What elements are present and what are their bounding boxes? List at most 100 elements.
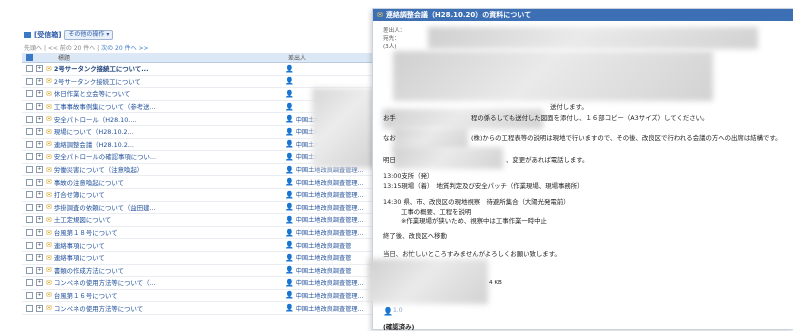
row-subject[interactable]: 台風第１８号について — [54, 228, 264, 237]
row-checkbox[interactable] — [26, 241, 33, 249]
row-subject[interactable]: 台風第１６号について — [54, 291, 264, 300]
table-row[interactable]: + ✉ コンペネの使用方法等について 👤 中国土地改良調査管理... — [22, 302, 372, 315]
expand-icon[interactable]: + — [36, 241, 43, 249]
meta-count[interactable]: (3人) — [383, 43, 405, 51]
table-row[interactable]: + ✉ 打合せ簿について 👤 中国土地改良調査管理... — [22, 189, 372, 202]
table-row[interactable]: + ✉ 台風第１６号について 👤 中国土地改良調査管理... — [22, 290, 372, 303]
row-subject[interactable]: 労働災害について（注意喚起） — [54, 165, 264, 174]
table-row[interactable]: + ✉ 連絡事項について 👤 中国土地改良調査管 — [22, 239, 372, 252]
row-checkbox[interactable] — [26, 115, 33, 123]
mail-icon: ✉ — [46, 127, 52, 136]
table-row[interactable]: + ✉ 土工定規図について 👤 中国土地改良調査管理... — [22, 214, 372, 227]
row-subject[interactable]: 2号サータンク接続工について — [54, 77, 264, 86]
pager-prev-link[interactable]: | << 前の 20 件へ | — [44, 45, 99, 52]
row-subject[interactable]: 土工定規図について — [54, 215, 264, 224]
table-row[interactable]: + ✉ 書類の作成方法について 👤 中国土地改良調査管 — [22, 265, 372, 278]
row-subject[interactable]: 連絡事項について — [54, 253, 264, 262]
expand-icon[interactable]: + — [36, 90, 43, 98]
row-subject[interactable]: 休日作業と立会等について — [54, 89, 264, 98]
row-checkbox[interactable] — [26, 291, 33, 299]
row-sender-name[interactable]: 中国土地改良調査管 — [296, 266, 352, 275]
expand-icon[interactable]: + — [36, 77, 43, 85]
row-checkbox[interactable] — [26, 254, 33, 262]
row-subject[interactable]: コンペネの使用方法等について — [54, 304, 264, 313]
expand-icon[interactable]: + — [36, 166, 43, 174]
row-sender-name[interactable]: 中国土地改良調査管理... — [296, 190, 364, 199]
pager-first-link[interactable]: 先頭へ — [24, 45, 42, 52]
expand-icon[interactable]: + — [36, 216, 43, 224]
row-checkbox[interactable] — [26, 216, 33, 224]
row-checkbox[interactable] — [26, 304, 33, 312]
row-sender: 👤中国土地改良調査管理... — [285, 203, 364, 212]
expand-icon[interactable]: + — [36, 103, 43, 111]
expand-icon[interactable]: + — [36, 65, 43, 73]
expand-icon[interactable]: + — [36, 140, 43, 148]
row-checkbox[interactable] — [26, 178, 33, 186]
row-sender-name[interactable]: 中国土地改良調査管理... — [296, 178, 364, 187]
row-checkbox[interactable] — [26, 266, 33, 274]
row-checkbox[interactable] — [26, 203, 33, 211]
pager-next-link[interactable]: 次の 20 件へ >> — [101, 45, 148, 52]
row-subject[interactable]: 安全パトロール（H28.10.... — [54, 115, 264, 124]
row-checkbox[interactable] — [26, 153, 33, 161]
row-checkbox[interactable] — [26, 103, 33, 111]
other-operations-button[interactable]: その他の操作 ▾ — [64, 30, 114, 40]
row-sender-name[interactable]: 中国土地改良調査管 — [296, 253, 352, 262]
row-subject[interactable]: 事故の注意喚起について — [54, 178, 264, 187]
expand-icon[interactable]: + — [36, 279, 43, 287]
expand-icon[interactable]: + — [36, 304, 43, 312]
expand-icon[interactable]: + — [36, 115, 43, 123]
row-sender-name[interactable]: 中国土地改良調査管理... — [296, 215, 364, 224]
expand-icon[interactable]: + — [36, 128, 43, 136]
expand-icon[interactable]: + — [36, 291, 43, 299]
table-row[interactable]: + ✉ 2号サータンク接続工について... 👤 — [22, 63, 372, 76]
row-subject[interactable]: 安全パトロールの確認事項につい... — [54, 152, 264, 161]
expand-icon[interactable]: + — [36, 203, 43, 211]
row-subject[interactable]: 現場について（H28.10.2... — [54, 127, 264, 136]
expand-icon[interactable]: + — [36, 229, 43, 237]
row-checkbox[interactable] — [26, 279, 33, 287]
expand-icon[interactable]: + — [36, 153, 43, 161]
row-subject[interactable]: コンペネの使用方法等について（... — [54, 278, 264, 287]
table-row[interactable]: + ✉ 連絡事項について 👤 中国土地改良調査管 — [22, 252, 372, 265]
row-checkbox[interactable] — [26, 77, 33, 85]
expand-icon[interactable]: + — [36, 254, 43, 262]
row-sender-name[interactable]: 中国土地改良調査管理... — [296, 278, 364, 287]
row-subject[interactable]: 連絡調整会議（H28.10.2... — [54, 140, 264, 149]
row-subject[interactable]: 2号サータンク接続工について... — [54, 64, 264, 73]
column-subject[interactable]: 標題 — [58, 53, 70, 62]
expand-icon[interactable]: + — [36, 266, 43, 274]
row-checkbox[interactable] — [26, 229, 33, 237]
table-row[interactable]: + ✉ コンペネの使用方法等について（... 👤 中国土地改良調査管理... — [22, 277, 372, 290]
table-row[interactable]: + ✉ 事故の注意喚起について 👤 中国土地改良調査管理... — [22, 176, 372, 189]
select-all-checkbox[interactable] — [26, 54, 33, 61]
table-row[interactable]: + ✉ 台風第１８号について 👤 中国土地改良調査管理... — [22, 227, 372, 240]
user-icon: 👤 — [383, 307, 393, 316]
row-subject[interactable]: 工事事故事例集について（参考送... — [54, 102, 264, 111]
row-subject[interactable]: 歩掛調査の依頼について（益田建... — [54, 203, 264, 212]
attachment-label[interactable]: 1.0 — [393, 307, 403, 314]
row-checkbox[interactable] — [26, 90, 33, 98]
body-line-3b: (株)からの工程表等の説明は現地で行いますので、その後、改良区で行われる会議の方… — [471, 134, 782, 142]
expand-icon[interactable]: + — [36, 191, 43, 199]
row-subject[interactable]: 打合せ簿について — [54, 190, 264, 199]
row-checkbox[interactable] — [26, 140, 33, 148]
row-sender-name[interactable]: 中国土地改良調査管理... — [296, 291, 364, 300]
row-subject[interactable]: 連絡事項について — [54, 241, 264, 250]
expand-icon[interactable]: + — [36, 178, 43, 186]
row-sender-name[interactable]: 中国土地改良調査管理... — [296, 228, 364, 237]
row-checkbox[interactable] — [26, 65, 33, 73]
row-sender-name[interactable]: 中国土地改良調査管理... — [296, 304, 364, 313]
user-icon: 👤 — [285, 266, 294, 275]
column-sender[interactable]: 差出人 — [288, 53, 306, 62]
schedule-3: 14:30 県、市、改良区の現地視察 待避所集合（大陽光発電前） — [383, 198, 570, 206]
table-row[interactable]: + ✉ 歩掛調査の依頼について（益田建... 👤 中国土地改良調査管理... — [22, 202, 372, 215]
row-subject[interactable]: 書類の作成方法について — [54, 266, 264, 275]
table-row[interactable]: + ✉ 2号サータンク接続工について 👤 — [22, 76, 372, 89]
row-checkbox[interactable] — [26, 191, 33, 199]
row-sender-name[interactable]: 中国土地改良調査管理... — [296, 203, 364, 212]
row-checkbox[interactable] — [26, 128, 33, 136]
row-sender: 👤中国土地改良調査管理... — [285, 178, 364, 187]
row-sender-name[interactable]: 中国土地改良調査管 — [296, 241, 352, 250]
row-checkbox[interactable] — [26, 166, 33, 174]
